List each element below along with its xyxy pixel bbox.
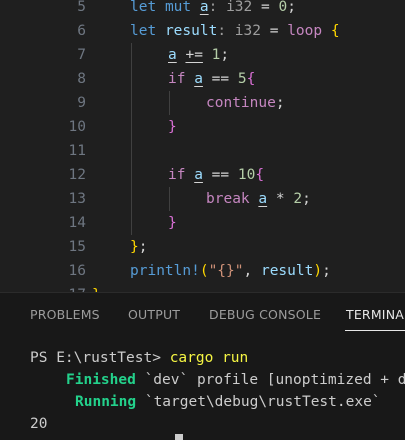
running-label: Running [75, 394, 137, 410]
variable-a: a [258, 191, 268, 207]
terminal-prompt-line: PS E:\rustTest> cargo run [30, 347, 248, 369]
line-number: 10 [68, 119, 86, 135]
terminal-command: cargo run [169, 350, 249, 366]
macro-println: println! [130, 263, 200, 279]
terminal-output: 20 [30, 416, 48, 432]
bottom-panel: PROBLEMS OUTPUT DEBUG CONSOLE TERMINAL P… [0, 292, 405, 440]
type-hint: : i32 [208, 0, 253, 15]
line-number: 17 [0, 283, 86, 292]
indent-guide [169, 91, 170, 115]
code-line-7: a += 1; [168, 47, 230, 63]
keyword-loop: loop [287, 23, 323, 39]
keyword-continue: continue [206, 95, 276, 111]
finished-text: `dev` profile [unoptimized + debuginfo] … [144, 372, 405, 388]
line-number: 8 [77, 71, 86, 87]
line-number: 12 [68, 167, 86, 183]
active-tab-indicator [345, 330, 405, 331]
code-line-6: let result: i32 = loop { [130, 23, 340, 39]
variable-a: a [168, 47, 177, 63]
line-number: 9 [77, 95, 86, 111]
type-hint: : i32 [217, 23, 261, 39]
keyword-if: if [168, 71, 186, 87]
terminal-cursor [175, 434, 183, 440]
tab-output[interactable]: OUTPUT [128, 307, 180, 322]
line-number: 15 [68, 239, 86, 255]
code-line-10: } [168, 119, 177, 135]
code-line-15: }; [130, 239, 148, 255]
variable-a: a [199, 0, 209, 15]
tab-problems[interactable]: PROBLEMS [30, 307, 100, 322]
tab-terminal[interactable]: TERMINAL [346, 307, 405, 322]
terminal-running-line: Running `target\debug\rustTest.exe` [75, 391, 381, 413]
keyword-let: let [130, 0, 157, 15]
code-line-13: break a * 2; [206, 191, 311, 207]
code-line-9: continue; [206, 95, 285, 111]
keyword-break: break [206, 191, 250, 207]
code-line-14: } [168, 215, 177, 231]
keyword-let: let [130, 23, 157, 39]
variable-result: result [164, 23, 218, 39]
line-number: 14 [68, 215, 86, 231]
variable-result: result [260, 263, 314, 279]
finished-label: Finished [66, 372, 136, 388]
line-number: 11 [68, 143, 86, 159]
code-editor[interactable]: 5 6 7 8 9 10 11 12 13 14 15 16 17 let mu… [0, 0, 405, 292]
terminal-prompt: PS E:\rustTest> [30, 350, 170, 366]
keyword-mut: mut [164, 0, 192, 15]
line-number: 5 [77, 0, 86, 15]
running-text: `target\debug\rustTest.exe` [136, 394, 381, 410]
code-line-5: let mut a: i32 = 0; [130, 0, 296, 15]
line-number: 6 [77, 23, 86, 39]
line-number: 7 [77, 47, 86, 63]
line-number: 16 [68, 263, 86, 279]
terminal-finished-line: Finished `dev` profile [unoptimized + de… [66, 369, 405, 391]
tab-debug-console[interactable]: DEBUG CONSOLE [209, 307, 321, 322]
code-line-17: } [92, 283, 101, 292]
indent-guide [131, 43, 132, 235]
code-line-8: if a == 5{ [168, 71, 256, 87]
indent-guide [169, 187, 170, 211]
variable-a: a [194, 167, 203, 183]
line-number: 13 [68, 191, 86, 207]
code-line-12: if a == 10{ [168, 167, 265, 183]
keyword-if: if [168, 167, 186, 183]
code-line-16: println!("{}", result); [130, 263, 331, 279]
variable-a: a [194, 71, 203, 87]
